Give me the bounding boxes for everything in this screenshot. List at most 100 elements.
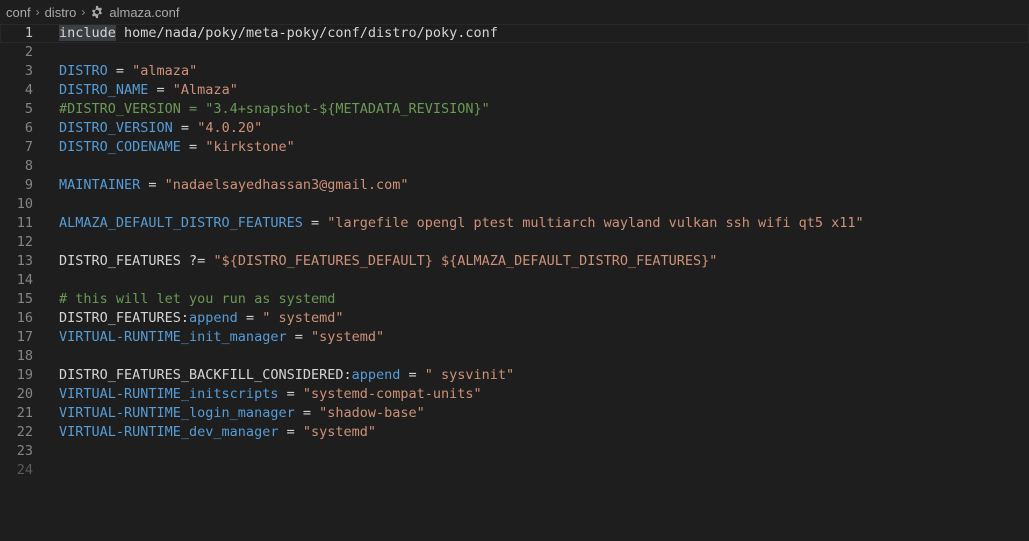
breadcrumb-item-file[interactable]: almaza.conf — [109, 5, 179, 20]
code-line[interactable]: 11 ALMAZA_DEFAULT_DISTRO_FEATURES = "larg… — [0, 214, 1029, 233]
code-line[interactable]: 16 DISTRO_FEATURES:append = " systemd" — [0, 309, 1029, 328]
code-token: VIRTUAL-RUNTIME_init_manager — [59, 329, 287, 345]
code-token: = — [286, 329, 311, 345]
code-text: ALMAZA_DEFAULT_DISTRO_FEATURES = "largef… — [59, 214, 864, 233]
code-token: DISTRO_FEATURES — [59, 253, 181, 269]
code-token: "${DISTRO_FEATURES_DEFAULT} ${ALMAZA_DEF… — [213, 253, 718, 269]
line-number: 2 — [24, 44, 33, 60]
code-line[interactable]: 1 include home/nada/poky/meta-poky/conf/d… — [0, 24, 1029, 43]
code-line[interactable]: 19 DISTRO_FEATURES_BACKFILL_CONSIDERED:ap… — [0, 366, 1029, 385]
code-line[interactable]: 20 VIRTUAL-RUNTIME_initscripts = "systemd… — [0, 385, 1029, 404]
code-token: "kirkstone" — [205, 139, 295, 155]
code-text: include home/nada/poky/meta-poky/conf/di… — [59, 24, 498, 43]
code-token: "systemd" — [302, 424, 376, 440]
code-line[interactable]: 21 VIRTUAL-RUNTIME_login_manager = "shado… — [0, 404, 1029, 423]
code-token: include — [59, 25, 116, 41]
code-token: "shadow-base" — [319, 405, 425, 421]
line-number: 6 — [24, 120, 33, 136]
code-line[interactable]: 10 — [0, 195, 1029, 214]
code-token: append — [189, 310, 238, 326]
line-number: 7 — [24, 139, 33, 155]
code-text: MAINTAINER = "nadaelsayedhassan3@gmail.c… — [59, 176, 409, 195]
code-token: "almaza" — [132, 63, 198, 79]
code-text: VIRTUAL-RUNTIME_dev_manager = "systemd" — [59, 423, 376, 442]
code-token: "largefile opengl ptest multiarch waylan… — [327, 215, 864, 231]
code-token: = — [107, 63, 133, 79]
code-token: "nadaelsayedhassan3@gmail.com" — [164, 177, 409, 193]
code-editor[interactable]: 1 include home/nada/poky/meta-poky/conf/d… — [0, 24, 1029, 541]
code-line[interactable]: 24 — [0, 461, 1029, 480]
line-number: 21 — [16, 405, 33, 421]
line-number: 5 — [24, 101, 33, 117]
code-token: "Almaza" — [172, 82, 238, 98]
code-token: MAINTAINER — [59, 177, 141, 193]
line-number: 11 — [16, 215, 33, 231]
line-number: 4 — [24, 82, 33, 98]
code-token: = — [278, 386, 303, 402]
line-number: 20 — [16, 386, 33, 402]
code-line[interactable]: 17 VIRTUAL-RUNTIME_init_manager = "system… — [0, 328, 1029, 347]
code-token: = — [400, 367, 425, 383]
code-token: "systemd-compat-units" — [302, 386, 482, 402]
code-token: = — [302, 215, 328, 231]
code-line[interactable]: 7 DISTRO_CODENAME = "kirkstone" — [0, 138, 1029, 157]
code-line[interactable]: 14 — [0, 271, 1029, 290]
code-token: home/nada/poky/meta-poky/conf/distro/pok… — [115, 25, 498, 41]
code-token: = — [180, 139, 206, 155]
code-text: DISTRO = "almaza" — [59, 62, 197, 81]
code-line[interactable]: 6 DISTRO_VERSION = "4.0.20" — [0, 119, 1029, 138]
code-token: = — [148, 82, 173, 98]
code-token: = — [294, 405, 320, 421]
code-token: DISTRO_FEATURES: — [59, 310, 190, 326]
code-token: = — [140, 177, 165, 193]
breadcrumb-item-conf[interactable]: conf — [6, 5, 31, 20]
line-number: 18 — [16, 348, 33, 364]
code-line[interactable]: 22 VIRTUAL-RUNTIME_dev_manager = "systemd… — [0, 423, 1029, 442]
code-token: #DISTRO_VERSION = "3.4+snapshot-${METADA… — [59, 101, 490, 117]
code-text: DISTRO_CODENAME = "kirkstone" — [59, 138, 295, 157]
code-text: DISTRO_NAME = "Almaza" — [59, 81, 238, 100]
line-number: 22 — [16, 424, 33, 440]
code-token: VIRTUAL-RUNTIME_initscripts — [59, 386, 279, 402]
code-text: DISTRO_FEATURES:append = " systemd" — [59, 309, 344, 328]
code-token: DISTRO — [59, 63, 108, 79]
code-token: "systemd" — [310, 329, 385, 345]
line-number: 16 — [16, 310, 33, 326]
code-token: # this will let you run as systemd — [59, 291, 336, 307]
code-line[interactable]: 9 MAINTAINER = "nadaelsayedhassan3@gmail.… — [0, 176, 1029, 195]
chevron-right-icon: › — [35, 5, 40, 19]
code-token: VIRTUAL-RUNTIME_dev_manager — [59, 424, 279, 440]
code-text: VIRTUAL-RUNTIME_initscripts = "systemd-c… — [59, 385, 482, 404]
code-text: VIRTUAL-RUNTIME_login_manager = "shadow-… — [59, 404, 425, 423]
code-token: " systemd" — [262, 310, 344, 326]
code-line[interactable]: 15 # this will let you run as systemd — [0, 290, 1029, 309]
code-line[interactable]: 18 — [0, 347, 1029, 366]
code-line[interactable]: 3 DISTRO = "almaza" — [0, 62, 1029, 81]
code-token: = — [237, 310, 263, 326]
code-token: VIRTUAL-RUNTIME_login_manager — [59, 405, 295, 421]
code-text: VIRTUAL-RUNTIME_init_manager = "systemd" — [59, 328, 384, 347]
code-line[interactable]: 13 DISTRO_FEATURES ?= "${DISTRO_FEATURES_… — [0, 252, 1029, 271]
code-text: # this will let you run as systemd — [59, 290, 335, 309]
code-token: DISTRO_NAME — [59, 82, 149, 98]
code-token: append — [351, 367, 401, 383]
code-line[interactable]: 12 — [0, 233, 1029, 252]
code-token: "4.0.20" — [197, 120, 263, 136]
code-token: " sysvinit" — [424, 367, 515, 383]
code-text: DISTRO_VERSION = "4.0.20" — [59, 119, 262, 138]
code-line[interactable]: 4 DISTRO_NAME = "Almaza" — [0, 81, 1029, 100]
line-number: 3 — [24, 63, 33, 79]
code-line[interactable]: 2 — [0, 43, 1029, 62]
code-token: ?= — [180, 253, 214, 269]
code-line[interactable]: 23 — [0, 442, 1029, 461]
line-number: 15 — [16, 291, 33, 307]
line-number: 23 — [16, 443, 33, 459]
breadcrumb-item-distro[interactable]: distro — [45, 5, 77, 20]
gear-icon — [90, 5, 106, 19]
line-number: 17 — [16, 329, 33, 345]
line-number: 10 — [16, 196, 33, 212]
line-number: 24 — [16, 462, 33, 478]
code-line[interactable]: 5 #DISTRO_VERSION = "3.4+snapshot-${METAD… — [0, 100, 1029, 119]
code-token: DISTRO_VERSION — [59, 120, 173, 136]
code-line[interactable]: 8 — [0, 157, 1029, 176]
